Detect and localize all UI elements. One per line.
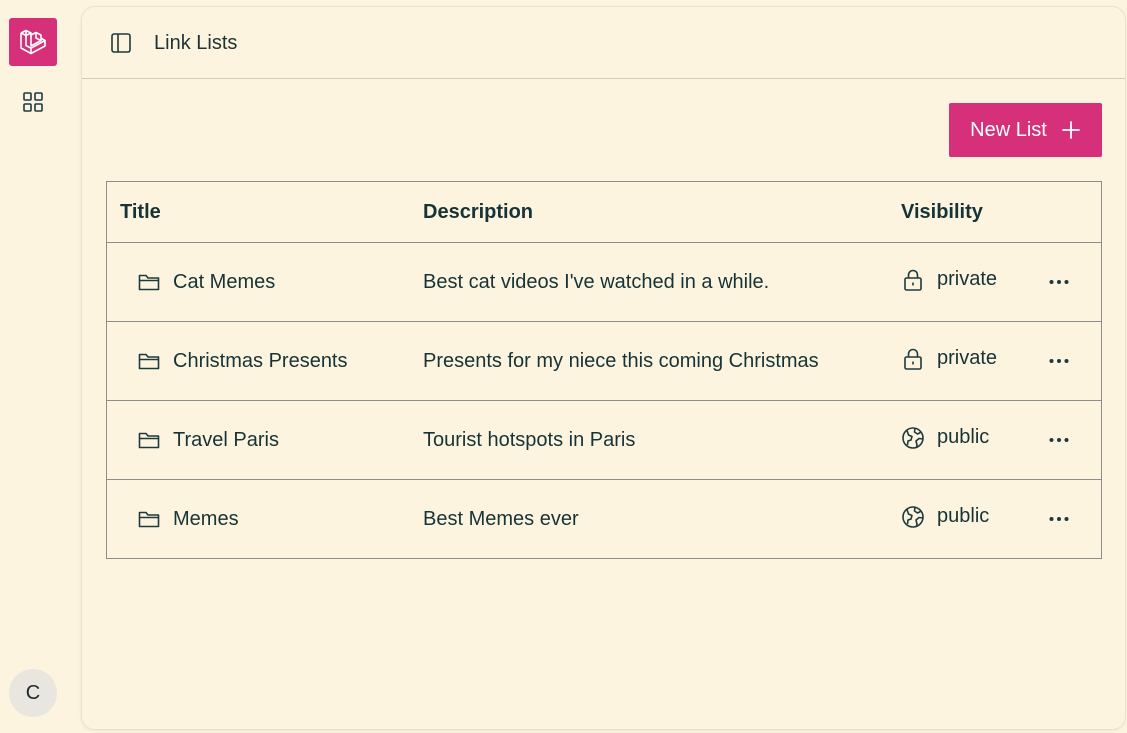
column-header-visibility: Visibility	[901, 201, 983, 223]
app-rail: C	[0, 0, 80, 733]
folder-icon	[137, 507, 161, 531]
table-row[interactable]: Travel Paris Tourist hotspots in Paris p…	[107, 401, 1101, 480]
main-panel: Link Lists New List Title Description Vi…	[81, 6, 1126, 730]
visibility-label: private	[937, 347, 998, 369]
column-header-title: Title	[120, 201, 161, 223]
new-list-label: New List	[970, 118, 1047, 141]
lock-icon	[901, 347, 925, 371]
lock-icon	[901, 268, 925, 292]
new-list-button[interactable]: New List	[949, 103, 1102, 157]
column-header-description: Description	[423, 201, 534, 223]
link-lists-table: Title Description Visibility Cat Memes B…	[106, 181, 1102, 559]
user-avatar[interactable]: C	[9, 669, 57, 717]
folder-icon	[137, 270, 161, 294]
folder-icon	[137, 428, 161, 452]
grid-icon[interactable]	[21, 90, 45, 114]
table-header: Title Description Visibility	[107, 182, 1101, 243]
folder-icon	[137, 349, 161, 373]
avatar-initial: C	[25, 681, 41, 704]
list-title[interactable]: Travel Paris	[173, 429, 279, 452]
more-horizontal-icon[interactable]	[1047, 270, 1071, 294]
globe-icon	[901, 505, 925, 529]
sidebar-toggle-icon[interactable]	[109, 31, 133, 55]
more-horizontal-icon[interactable]	[1047, 428, 1071, 452]
list-description: Best Memes ever	[423, 508, 579, 530]
list-title[interactable]: Cat Memes	[173, 271, 275, 294]
table-row[interactable]: Christmas Presents Presents for my niece…	[107, 322, 1101, 401]
list-description: Tourist hotspots in Paris	[423, 429, 636, 451]
plus-icon	[1061, 121, 1080, 139]
list-description: Presents for my niece this coming Christ…	[423, 350, 819, 372]
table-row[interactable]: Memes Best Memes ever public	[107, 480, 1101, 559]
visibility-label: private	[937, 268, 998, 290]
table-row[interactable]: Cat Memes Best cat videos I've watched i…	[107, 243, 1101, 322]
list-description: Best cat videos I've watched in a while.	[423, 271, 770, 293]
list-title[interactable]: Memes	[173, 508, 239, 531]
more-horizontal-icon[interactable]	[1047, 507, 1071, 531]
page-header: Link Lists	[82, 7, 1125, 79]
laravel-logo-icon	[20, 29, 46, 55]
visibility-label: public	[937, 426, 990, 448]
app-logo[interactable]	[9, 18, 57, 66]
more-horizontal-icon[interactable]	[1047, 349, 1071, 373]
globe-icon	[901, 426, 925, 450]
list-title[interactable]: Christmas Presents	[173, 350, 348, 373]
visibility-label: public	[937, 505, 990, 527]
page-title: Link Lists	[154, 32, 238, 54]
